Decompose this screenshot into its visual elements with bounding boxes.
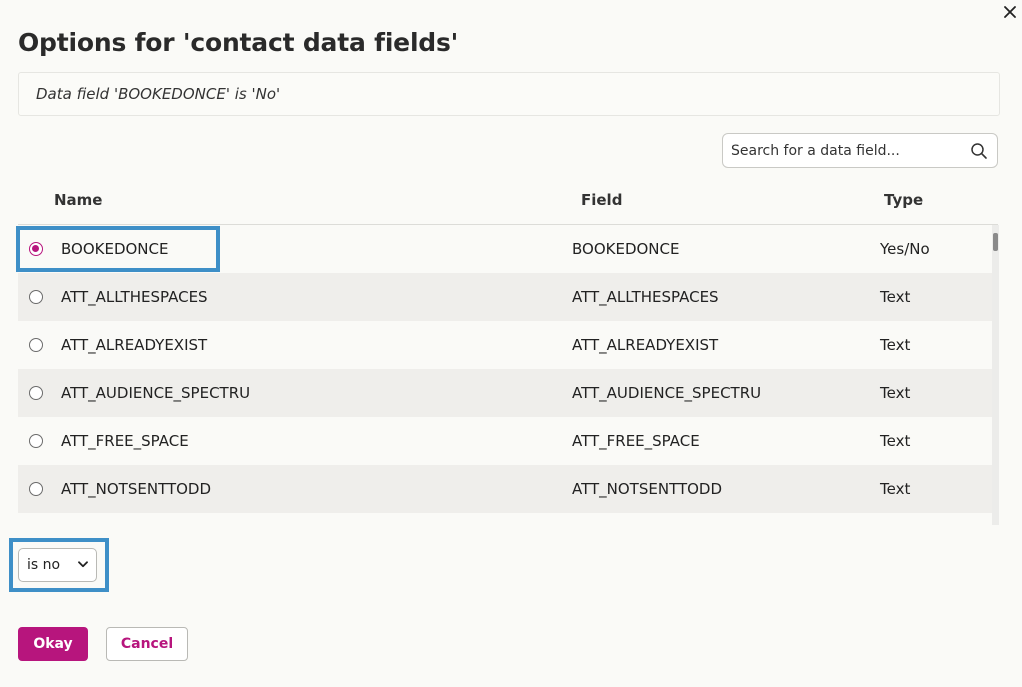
column-header-field[interactable]: Field <box>581 191 622 209</box>
scrollbar-thumb[interactable] <box>993 233 998 251</box>
row-type: Text <box>880 288 911 306</box>
row-name: ATT_ALREADYEXIST <box>61 336 208 354</box>
close-icon <box>1004 6 1016 18</box>
data-field-table: BOOKEDONCE BOOKEDONCE Yes/No ATT_ALLTHES… <box>18 225 992 525</box>
okay-button[interactable]: Okay <box>18 627 88 661</box>
row-field: ATT_AUDIENCE_SPECTRU <box>572 384 762 402</box>
row-name: ATT_NOTSENTTODD <box>61 480 212 498</box>
row-radio[interactable] <box>29 482 43 496</box>
table-scrollbar[interactable] <box>992 225 999 525</box>
row-type: Text <box>880 432 911 450</box>
table-row[interactable]: ATT_AUDIENCE_SPECTRU ATT_AUDIENCE_SPECTR… <box>18 369 992 417</box>
search-field[interactable] <box>722 133 998 168</box>
close-button[interactable] <box>998 0 1022 24</box>
operator-select[interactable]: is no <box>18 548 97 582</box>
search-icon[interactable] <box>970 142 988 160</box>
table-row[interactable]: ATT_FREE_SPACE ATT_FREE_SPACE Text <box>18 417 992 465</box>
row-type: Yes/No <box>880 240 930 258</box>
row-name: ATT_FREE_SPACE <box>61 432 189 450</box>
row-type: Text <box>880 480 911 498</box>
row-radio[interactable] <box>29 338 43 352</box>
search-input[interactable] <box>723 135 959 166</box>
row-field: ATT_FREE_SPACE <box>572 432 700 450</box>
row-radio[interactable] <box>29 386 43 400</box>
table-row[interactable]: ATT_ALREADYEXIST ATT_ALREADYEXIST Text <box>18 321 992 369</box>
row-radio[interactable] <box>29 434 43 448</box>
row-name: ATT_AUDIENCE_SPECTRU <box>61 384 251 402</box>
row-field: ATT_NOTSENTTODD <box>572 480 723 498</box>
cancel-button[interactable]: Cancel <box>106 627 188 661</box>
row-field: ATT_ALREADYEXIST <box>572 336 719 354</box>
row-radio[interactable] <box>29 290 43 304</box>
table-row[interactable]: BOOKEDONCE BOOKEDONCE Yes/No <box>18 225 992 273</box>
data-field-options-dialog: Options for 'contact data fields' Data f… <box>0 0 1022 687</box>
row-type: Text <box>880 336 911 354</box>
condition-summary: Data field 'BOOKEDONCE' is 'No' <box>18 72 1000 116</box>
chevron-down-icon <box>78 561 88 568</box>
row-radio[interactable] <box>29 242 43 256</box>
condition-text: Data field 'BOOKEDONCE' is 'No' <box>36 85 281 103</box>
row-field: BOOKEDONCE <box>572 240 680 258</box>
column-header-name[interactable]: Name <box>54 191 102 209</box>
row-field: ATT_ALLTHESPACES <box>572 288 719 306</box>
table-row[interactable]: ATT_NOTSENTTODD ATT_NOTSENTTODD Text <box>18 465 992 513</box>
row-type: Text <box>880 384 911 402</box>
column-header-type[interactable]: Type <box>884 191 923 209</box>
operator-select-value: is no <box>27 557 61 573</box>
table-row[interactable]: ATT_ALLTHESPACES ATT_ALLTHESPACES Text <box>18 273 992 321</box>
row-name: BOOKEDONCE <box>61 240 169 258</box>
row-name: ATT_ALLTHESPACES <box>61 288 208 306</box>
dialog-title: Options for 'contact data fields' <box>18 28 459 57</box>
